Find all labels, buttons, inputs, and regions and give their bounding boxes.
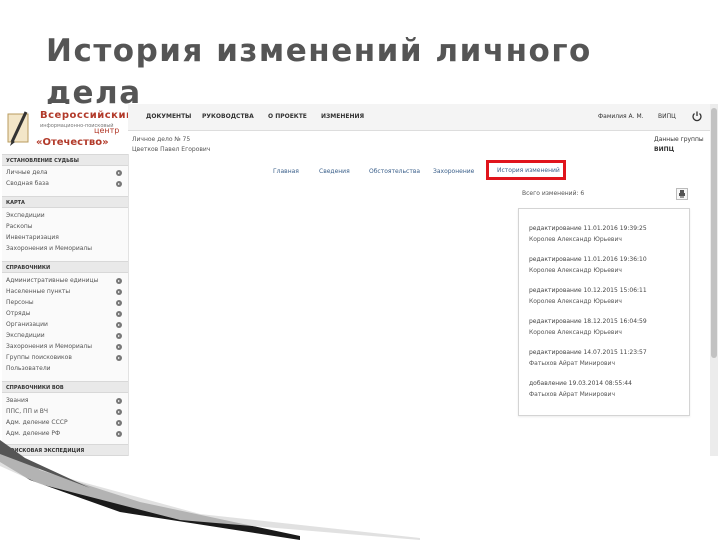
slide-title: История изменений личного дела — [46, 33, 592, 111]
sidebar-item-rf-division[interactable]: Адм. деление РФ — [6, 429, 126, 439]
history-entry-action: редактирование 11.01.2016 19:39:25 — [529, 225, 647, 232]
nav-about[interactable]: О ПРОЕКТЕ — [268, 113, 307, 120]
history-entry-author[interactable]: Королев Александр Юрьевич — [529, 267, 622, 274]
case-number: Личное дело № 75 — [132, 136, 191, 143]
sidebar-item-squads[interactable]: Отряды — [6, 309, 126, 319]
arrow-right-icon — [116, 398, 122, 404]
logo-line-4: «Отечество» — [36, 137, 109, 148]
sidebar-item-label: ППС, ПП и ВЧ — [6, 408, 48, 415]
history-entry-author[interactable]: Королев Александр Юрьевич — [529, 329, 622, 336]
page-scrollbar[interactable] — [710, 104, 718, 456]
history-entry-action: редактирование 10.12.2015 15:06:11 — [529, 287, 647, 294]
group-data-link[interactable]: Данные группы — [654, 136, 704, 143]
app-screenshot: Всероссийский информационно-поисковый це… — [0, 104, 720, 456]
pen-icon — [7, 111, 29, 146]
arrow-right-icon — [116, 322, 122, 328]
sidebar-item-label: Адм. деление СССР — [6, 419, 68, 426]
nav-manuals[interactable]: РУКОВОДСТВА — [202, 113, 254, 120]
tab-circumstances[interactable]: Обстоятельства — [369, 168, 420, 175]
sidebar-item-burials-map[interactable]: Захоронения и Мемориалы — [6, 244, 126, 254]
top-navbar: ДОКУМЕНТЫ РУКОВОДСТВА О ПРОЕКТЕ ИЗМЕНЕНИ… — [128, 104, 712, 131]
power-icon[interactable] — [691, 110, 703, 122]
arrow-right-icon — [116, 333, 122, 339]
sidebar: УСТАНОВЛЕНИЕ СУДЬБЫ Личные дела Сводная … — [2, 154, 129, 456]
sidebar-item-label: Группы поисковиков — [6, 354, 72, 361]
history-entry-action: редактирование 14.07.2015 11:23:57 — [529, 349, 647, 356]
tab-history-label: История изменений — [497, 167, 560, 174]
sidebar-item-admin-units[interactable]: Административные единицы — [6, 276, 126, 286]
user-org[interactable]: ВИПЦ — [658, 113, 676, 120]
sidebar-item-label: Населенные пункты — [6, 288, 71, 295]
history-entry-action: редактирование 11.01.2016 19:36:10 — [529, 256, 647, 263]
arrow-right-icon — [116, 355, 122, 361]
sidebar-item-ranks[interactable]: Звания — [6, 396, 126, 406]
arrow-right-icon — [116, 289, 122, 295]
arrow-right-icon — [116, 344, 122, 350]
arrow-right-icon — [116, 170, 122, 176]
history-entry-action: добавление 19.03.2014 08:55:44 — [529, 380, 632, 387]
scrollbar-thumb[interactable] — [711, 108, 717, 358]
tab-info[interactable]: Сведения — [319, 168, 350, 175]
sidebar-item-label: Персоны — [6, 299, 34, 306]
arrow-right-icon — [116, 278, 122, 284]
logo-line-1: Всероссийский — [40, 110, 134, 121]
history-entry-author[interactable]: Фатыхов Айрат Минирович — [529, 360, 615, 367]
decorative-swoosh — [0, 440, 420, 540]
nav-documents[interactable]: ДОКУМЕНТЫ — [146, 113, 191, 120]
sidebar-section-ww2-directories: СПРАВОЧНИКИ ВОВ — [2, 381, 128, 393]
tab-history-highlighted[interactable]: История изменений — [486, 160, 566, 180]
history-entry-author[interactable]: Королев Александр Юрьевич — [529, 236, 622, 243]
sidebar-item-label: Сводная база — [6, 180, 49, 187]
arrow-right-icon — [116, 431, 122, 437]
sidebar-section-map: КАРТА — [2, 196, 128, 208]
sidebar-item-label: Захоронения и Мемориалы — [6, 343, 93, 350]
sidebar-item-label: Экспедиции — [6, 332, 45, 339]
arrow-right-icon — [116, 420, 122, 426]
history-entry-author[interactable]: Фатыхов Айрат Минирович — [529, 391, 615, 398]
history-entry-action: редактирование 18.12.2015 16:04:59 — [529, 318, 647, 325]
arrow-right-icon — [116, 300, 122, 306]
history-list: редактирование 11.01.2016 19:39:25 Корол… — [518, 208, 690, 416]
sidebar-item-label: Адм. деление РФ — [6, 430, 61, 437]
print-icon[interactable] — [676, 188, 688, 200]
sidebar-item-units[interactable]: ППС, ПП и ВЧ — [6, 407, 126, 417]
sidebar-item-label: Административные единицы — [6, 277, 99, 284]
sidebar-item-summary-base[interactable]: Сводная база — [6, 179, 126, 189]
sidebar-item-ussr-division[interactable]: Адм. деление СССР — [6, 418, 126, 428]
sidebar-item-expeditions-map[interactable]: Экспедиции — [6, 211, 126, 221]
sidebar-item-label: Личные дела — [6, 169, 48, 176]
sidebar-item-label: Звания — [6, 397, 29, 404]
logo-line-3: центр — [94, 126, 120, 135]
tab-main[interactable]: Главная — [273, 168, 299, 175]
sidebar-item-inventory[interactable]: Инвентаризация — [6, 233, 126, 243]
case-person-name: Цветков Павел Егорович — [132, 146, 211, 153]
sidebar-section-directories: СПРАВОЧНИКИ — [2, 261, 128, 273]
sidebar-item-burials[interactable]: Захоронения и Мемориалы — [6, 342, 126, 352]
tab-burial[interactable]: Захоронение — [433, 168, 474, 175]
logo[interactable]: Всероссийский информационно-поисковый це… — [2, 104, 133, 154]
sidebar-item-persons[interactable]: Персоны — [6, 298, 126, 308]
sidebar-item-excavations[interactable]: Раскопы — [6, 222, 126, 232]
history-entry-author[interactable]: Королев Александр Юрьевич — [529, 298, 622, 305]
sidebar-section-fate: УСТАНОВЛЕНИЕ СУДЬБЫ — [2, 154, 128, 166]
nav-changes[interactable]: ИЗМЕНЕНИЯ — [321, 113, 364, 120]
arrow-right-icon — [116, 311, 122, 317]
sidebar-item-label: Отряды — [6, 310, 31, 317]
sidebar-item-expeditions[interactable]: Экспедиции — [6, 331, 126, 341]
sidebar-item-settlements[interactable]: Населенные пункты — [6, 287, 126, 297]
arrow-right-icon — [116, 181, 122, 187]
sidebar-item-personal-files[interactable]: Личные дела — [6, 168, 126, 178]
sidebar-item-search-groups[interactable]: Группы поисковиков — [6, 353, 126, 363]
group-name: ВИПЦ — [654, 146, 675, 153]
sidebar-item-users[interactable]: Пользователи — [6, 364, 126, 374]
history-count: Всего изменений: 6 — [522, 190, 585, 197]
sidebar-item-label: Организации — [6, 321, 48, 328]
user-name[interactable]: Фамилия А. М. — [598, 113, 644, 120]
sidebar-item-organizations[interactable]: Организации — [6, 320, 126, 330]
arrow-right-icon — [116, 409, 122, 415]
